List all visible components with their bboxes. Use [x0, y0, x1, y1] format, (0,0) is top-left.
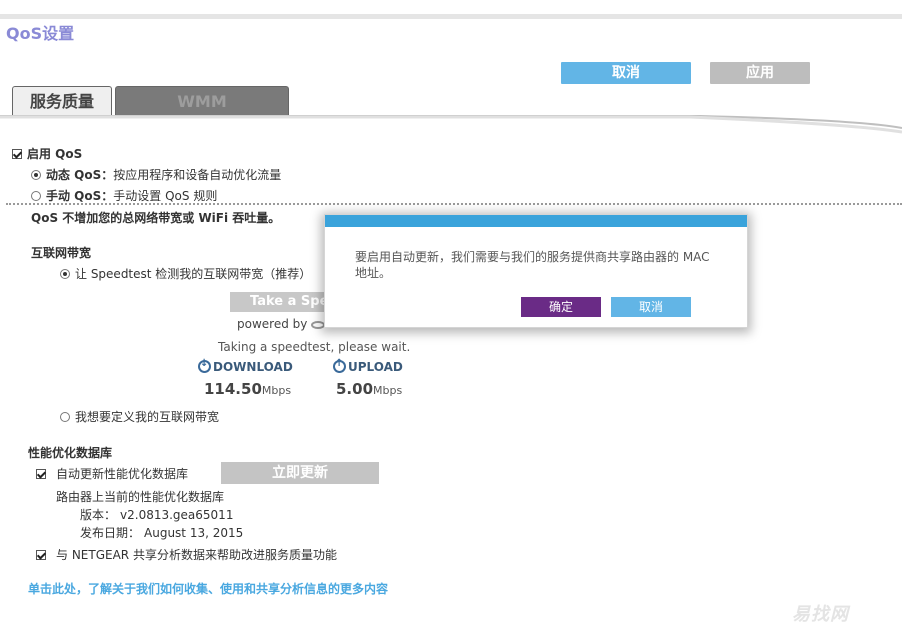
share-analytics-row[interactable]: 与 NETGEAR 共享分析数据来帮助改进服务质量功能 [36, 546, 337, 563]
dialog-cancel-button[interactable]: 取消 [611, 297, 691, 317]
speedtest-radio[interactable] [60, 269, 70, 279]
dynamic-qos-title: 动态 QoS： [46, 168, 114, 182]
tab-wmm[interactable]: WMM [115, 86, 289, 117]
download-label-row: DOWNLOAD [198, 358, 293, 374]
dynamic-qos-row[interactable]: 动态 QoS：按应用程序和设备自动优化流量 [31, 166, 281, 183]
custom-bandwidth-label: 我想要定义我的互联网带宽 [75, 410, 220, 424]
download-label: DOWNLOAD [213, 360, 293, 374]
version-row: 版本： v2.0813.gea65011 [80, 506, 233, 523]
custom-bandwidth-radio[interactable] [60, 412, 70, 422]
cancel-button[interactable]: 取消 [561, 62, 691, 84]
upload-arrow-icon [333, 358, 346, 373]
manual-qos-title: 手动 QoS： [46, 189, 114, 203]
bandwidth-heading: 互联网带宽 [31, 246, 92, 260]
top-bar [0, 14, 902, 19]
dialog-message: 要启用自动更新，我们需要与我们的服务提供商共享路由器的 MAC 地址。 [355, 250, 710, 280]
download-unit: Mbps [261, 384, 292, 397]
enable-qos-label: 启用 QoS [27, 147, 83, 161]
watermark: 易找网 [792, 604, 849, 625]
manual-qos-row[interactable]: 手动 QoS：手动设置 QoS 规则 [31, 187, 217, 204]
enable-qos-row[interactable]: 启用 QoS [12, 145, 82, 162]
version-value: v2.0813.gea65011 [120, 508, 234, 522]
dynamic-qos-radio[interactable] [31, 170, 41, 180]
mac-share-dialog: 要启用自动更新，我们需要与我们的服务提供商共享路由器的 MAC 地址。 确定 取… [324, 214, 748, 328]
page-title: QoS设置 [6, 24, 75, 43]
download-value: 114.50 [204, 380, 262, 398]
share-analytics-checkbox[interactable] [36, 550, 46, 560]
release-date-row: 发布日期： August 13, 2015 [80, 524, 243, 541]
auto-update-row[interactable]: 自动更新性能优化数据库 [36, 465, 188, 482]
enable-qos-checkbox[interactable] [12, 149, 22, 159]
manual-qos-desc: 手动设置 QoS 规则 [113, 189, 218, 203]
upload-value-row: 5.00Mbps [336, 380, 402, 398]
share-analytics-label: 与 NETGEAR 共享分析数据来帮助改进服务质量功能 [56, 548, 337, 562]
database-heading: 性能优化数据库 [28, 446, 113, 460]
release-date-value: August 13, 2015 [144, 526, 244, 540]
auto-update-label: 自动更新性能优化数据库 [56, 467, 189, 481]
powered-by-label: powered by [237, 317, 308, 331]
tab-qos[interactable]: 服务质量 [12, 86, 112, 117]
download-arrow-icon [198, 358, 211, 373]
speedtest-option-label: 让 Speedtest 检测我的互联网带宽（推荐） [75, 267, 312, 281]
upload-value: 5.00 [336, 380, 374, 398]
auto-update-checkbox[interactable] [36, 469, 46, 479]
manual-qos-radio[interactable] [31, 191, 41, 201]
upload-label-row: UPLOAD [333, 358, 403, 374]
analytics-info-link[interactable]: 单击此处，了解关于我们如何收集、使用和共享分析信息的更多内容 [28, 580, 388, 597]
dynamic-qos-desc: 按应用程序和设备自动优化流量 [113, 168, 282, 182]
speedtest-status: Taking a speedtest, please wait. [218, 340, 411, 354]
upload-unit: Mbps [373, 384, 403, 397]
section-divider [6, 203, 902, 205]
dialog-ok-button[interactable]: 确定 [521, 297, 601, 317]
custom-bandwidth-row[interactable]: 我想要定义我的互联网带宽 [60, 408, 219, 425]
update-now-button[interactable]: 立即更新 [221, 462, 379, 484]
apply-button[interactable]: 应用 [710, 62, 810, 84]
upload-label: UPLOAD [348, 360, 403, 374]
release-date-label: 发布日期： [80, 526, 141, 540]
current-db-label: 路由器上当前的性能优化数据库 [56, 490, 225, 504]
qos-note: QoS 不增加您的总网络带宽或 WiFi 吞吐量。 [31, 211, 281, 225]
speedtest-option-row[interactable]: 让 Speedtest 检测我的互联网带宽（推荐） [60, 265, 311, 282]
download-value-row: 114.50Mbps [204, 380, 291, 398]
version-label: 版本： [80, 508, 117, 522]
tab-underline-curve [0, 115, 902, 134]
dialog-title-bar [325, 215, 747, 227]
powered-by: powered by [237, 317, 326, 331]
